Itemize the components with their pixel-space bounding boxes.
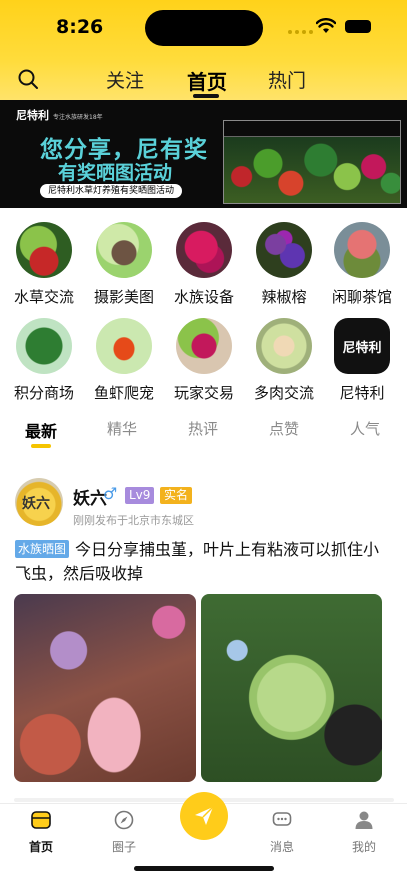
category-image bbox=[176, 318, 232, 374]
category-nitelee[interactable]: 尼特利 尼特利 bbox=[322, 318, 402, 403]
post-meta: 刚刚发布于北京市东城区 bbox=[73, 514, 194, 527]
compass-icon bbox=[114, 810, 134, 830]
category-bucephalandra[interactable]: 辣椒榕 bbox=[244, 222, 324, 307]
category-label: 积分商场 bbox=[13, 384, 74, 402]
battery-icon bbox=[345, 20, 371, 33]
message-icon bbox=[272, 812, 292, 826]
verified-badge: 实名 bbox=[160, 487, 193, 504]
tab-hot[interactable]: 热门 bbox=[268, 66, 306, 93]
category-label: 闲聊茶馆 bbox=[331, 288, 392, 306]
publish-button[interactable] bbox=[180, 792, 228, 840]
category-image bbox=[176, 222, 232, 278]
post-body: 今日分享捕虫堇，叶片上有粘液可以抓住小飞虫，然后吸收掉 bbox=[15, 540, 380, 583]
category-image bbox=[96, 318, 152, 374]
banner-subheadline: 有奖晒图活动 bbox=[58, 162, 173, 184]
bottom-nav-label: 消息 bbox=[269, 840, 294, 854]
subtab-featured[interactable]: 精华 bbox=[107, 418, 137, 439]
category-label: 鱼虾爬宠 bbox=[93, 384, 154, 402]
category-label: 水草交流 bbox=[13, 288, 74, 306]
banner-brand-name: 尼特利 bbox=[16, 109, 49, 122]
category-image bbox=[16, 222, 72, 278]
post-tag[interactable]: 水族晒图 bbox=[15, 540, 70, 558]
category-label: 水族设备 bbox=[173, 288, 234, 306]
avatar-text: 妖六 bbox=[22, 496, 50, 512]
category-label: 多肉交流 bbox=[253, 384, 314, 402]
post-text[interactable]: 水族晒图 今日分享捕虫堇，叶片上有粘液可以抓住小飞虫，然后吸收掉 bbox=[15, 538, 393, 586]
subtab-hot-comments[interactable]: 热评 bbox=[188, 418, 218, 439]
category-succulents[interactable]: 多肉交流 bbox=[244, 318, 324, 403]
aquarium-image bbox=[223, 120, 401, 204]
post-photo[interactable] bbox=[201, 594, 382, 782]
bottom-nav-home[interactable]: 首页 bbox=[11, 810, 71, 855]
category-image bbox=[256, 318, 312, 374]
home-indicator bbox=[134, 866, 274, 871]
wifi-icon bbox=[316, 18, 336, 33]
category-trading[interactable]: 玩家交易 bbox=[164, 318, 244, 403]
send-icon bbox=[195, 806, 214, 825]
subtab-indicator bbox=[31, 444, 51, 448]
banner-brand-sub: 专注水族研发18年 bbox=[53, 114, 103, 121]
home-icon bbox=[31, 811, 51, 829]
nitelee-logo: 尼特利 bbox=[334, 318, 390, 374]
banner-brand: 尼特利 专注水族研发18年 bbox=[16, 107, 103, 123]
search-icon[interactable] bbox=[17, 68, 39, 90]
promo-banner[interactable]: 尼特利 专注水族研发18年 您分享，尼有奖 有奖晒图活动 尼特利水草灯养殖有奖晒图… bbox=[0, 100, 407, 208]
bottom-nav-label: 首页 bbox=[28, 840, 53, 854]
subtab-likes[interactable]: 点赞 bbox=[269, 418, 299, 439]
tab-indicator bbox=[193, 94, 219, 98]
tab-follow[interactable]: 关注 bbox=[106, 66, 144, 93]
category-image bbox=[334, 222, 390, 278]
status-time: 8:26 bbox=[56, 16, 104, 38]
status-bar: 8:26 bbox=[0, 0, 407, 56]
category-photography[interactable]: 摄影美图 bbox=[84, 222, 164, 307]
category-label: 摄影美图 bbox=[93, 288, 154, 306]
bottom-nav-me[interactable]: 我的 bbox=[334, 810, 394, 855]
gender-male-icon: ♂ bbox=[103, 484, 118, 503]
banner-pill: 尼特利水草灯养殖有奖晒图活动 bbox=[40, 184, 183, 198]
bottom-nav-circle[interactable]: 圈子 bbox=[94, 810, 154, 855]
dynamic-island bbox=[145, 10, 263, 46]
category-image bbox=[96, 222, 152, 278]
bottom-nav-label: 圈子 bbox=[111, 840, 136, 854]
category-label: 尼特利 bbox=[339, 384, 385, 402]
bottom-nav-label: 我的 bbox=[351, 840, 376, 854]
user-icon bbox=[355, 811, 373, 829]
category-label: 辣椒榕 bbox=[261, 288, 307, 306]
post-photo[interactable] bbox=[14, 594, 196, 782]
category-chat[interactable]: 闲聊茶馆 bbox=[322, 222, 402, 307]
top-nav: 关注 首页 热门 bbox=[0, 60, 407, 100]
subtab-latest[interactable]: 最新 bbox=[25, 418, 57, 442]
nitelee-logo-text: 尼特利 bbox=[342, 340, 382, 356]
bottom-nav-messages[interactable]: 消息 bbox=[252, 810, 312, 855]
subtab-popularity[interactable]: 人气 bbox=[350, 418, 380, 439]
signal-icon bbox=[288, 30, 313, 34]
category-water-plants[interactable]: 水草交流 bbox=[4, 222, 84, 307]
level-badge: Lv9 bbox=[125, 487, 155, 504]
category-image bbox=[16, 318, 72, 374]
avatar[interactable]: 妖六 bbox=[15, 478, 63, 526]
user-name[interactable]: 妖六 bbox=[73, 484, 107, 509]
category-equipment[interactable]: 水族设备 bbox=[164, 222, 244, 307]
category-image bbox=[256, 222, 312, 278]
category-label: 玩家交易 bbox=[173, 384, 234, 402]
category-points-mall[interactable]: 积分商场 bbox=[4, 318, 84, 403]
category-fish-shrimp[interactable]: 鱼虾爬宠 bbox=[84, 318, 164, 403]
tab-home[interactable]: 首页 bbox=[187, 66, 227, 95]
